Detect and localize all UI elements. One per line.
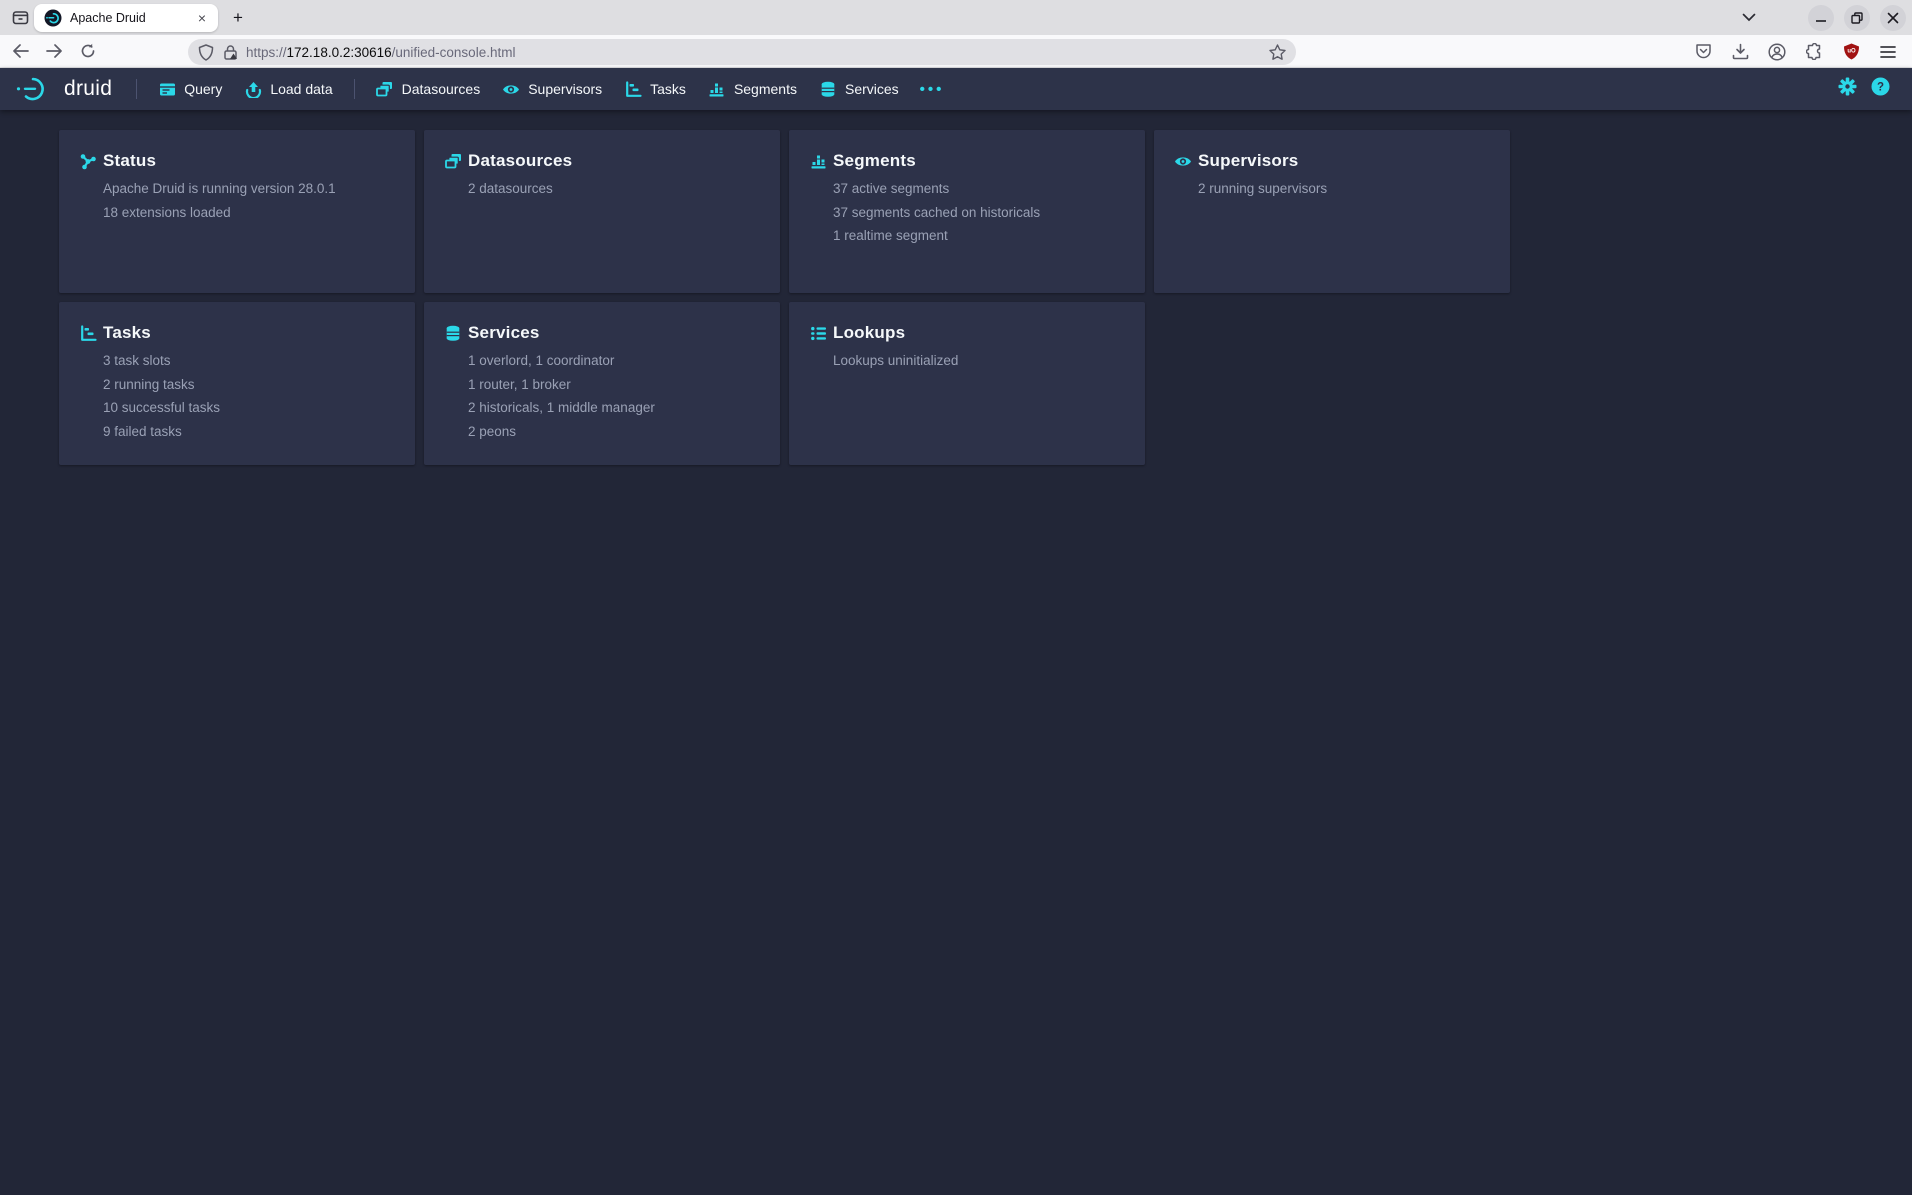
card-datasources[interactable]: Datasources 2 datasources bbox=[424, 130, 780, 293]
card-title: Segments bbox=[833, 151, 916, 171]
home-view: Status Apache Druid is running version 2… bbox=[0, 110, 1912, 465]
pocket-icon[interactable] bbox=[1691, 40, 1715, 64]
status-line: 37 active segments bbox=[833, 182, 1125, 196]
nav-label-datasources: Datasources bbox=[402, 81, 481, 97]
lock-warning-icon[interactable] bbox=[223, 44, 238, 60]
status-line: 37 segments cached on historicals bbox=[833, 206, 1125, 220]
eye-icon bbox=[502, 81, 520, 98]
card-title: Status bbox=[103, 151, 156, 171]
status-line: 1 realtime segment bbox=[833, 229, 1125, 243]
card-status[interactable]: Status Apache Druid is running version 2… bbox=[59, 130, 415, 293]
gantt-chart-icon bbox=[624, 81, 642, 98]
window-minimize-button[interactable] bbox=[1808, 5, 1834, 31]
card-tasks[interactable]: Tasks 3 task slots 2 running tasks 10 su… bbox=[59, 302, 415, 465]
status-line: 2 datasources bbox=[468, 182, 760, 196]
grouped-bar-chart-icon bbox=[708, 81, 726, 98]
url-host: 172.18.0.2:30616 bbox=[287, 45, 392, 60]
navbar-divider bbox=[354, 79, 355, 99]
database-icon bbox=[819, 81, 837, 98]
multi-select-icon bbox=[376, 81, 394, 98]
druid-logo-icon bbox=[14, 75, 56, 103]
card-title: Lookups bbox=[833, 323, 905, 343]
grouped-bar-chart-icon bbox=[809, 152, 827, 170]
brand-name: druid bbox=[64, 77, 112, 101]
nav-label-services: Services bbox=[845, 81, 899, 97]
status-line: 18 extensions loaded bbox=[103, 206, 395, 220]
nav-item-segments[interactable]: Segments bbox=[697, 74, 808, 104]
downloads-icon[interactable] bbox=[1728, 40, 1752, 64]
graph-icon bbox=[79, 152, 97, 170]
settings-gear-icon[interactable] bbox=[1838, 77, 1857, 101]
database-icon bbox=[444, 324, 462, 342]
nav-label-segments: Segments bbox=[734, 81, 797, 97]
card-supervisors[interactable]: Supervisors 2 running supervisors bbox=[1154, 130, 1510, 293]
account-icon[interactable] bbox=[1765, 40, 1789, 64]
nav-item-tasks[interactable]: Tasks bbox=[613, 74, 697, 104]
ublock-origin-icon[interactable]: uO bbox=[1839, 40, 1863, 64]
status-line: 1 router, 1 broker bbox=[468, 378, 760, 392]
navbar-divider bbox=[136, 79, 137, 99]
status-line: 2 historicals, 1 middle manager bbox=[468, 401, 760, 415]
url-text[interactable]: https://172.18.0.2:30616/unified-console… bbox=[246, 45, 1269, 60]
upload-icon bbox=[244, 81, 262, 98]
tab-close-icon[interactable]: × bbox=[194, 9, 210, 27]
card-title: Supervisors bbox=[1198, 151, 1298, 171]
svg-text:?: ? bbox=[1877, 82, 1884, 94]
nav-label-supervisors: Supervisors bbox=[528, 81, 602, 97]
help-icon[interactable]: ? bbox=[1871, 77, 1890, 101]
druid-favicon bbox=[44, 9, 62, 27]
window-restore-button[interactable] bbox=[1844, 5, 1870, 31]
menu-hamburger-icon[interactable] bbox=[1876, 40, 1900, 64]
status-line: 2 running supervisors bbox=[1198, 182, 1490, 196]
browser-titlebar: Apache Druid × + bbox=[0, 0, 1912, 35]
nav-label-tasks: Tasks bbox=[650, 81, 686, 97]
bookmark-star-icon[interactable] bbox=[1269, 44, 1286, 60]
multi-select-icon bbox=[444, 152, 462, 170]
card-title: Datasources bbox=[468, 151, 572, 171]
status-cards-grid: Status Apache Druid is running version 2… bbox=[59, 130, 1912, 465]
extensions-puzzle-icon[interactable] bbox=[1802, 40, 1826, 64]
status-line: 2 running tasks bbox=[103, 378, 395, 392]
druid-navbar: druid Query Load data Datasources Superv… bbox=[0, 68, 1912, 110]
card-title: Services bbox=[468, 323, 540, 343]
url-scheme: https:// bbox=[246, 45, 287, 60]
nav-label-load-data: Load data bbox=[270, 81, 332, 97]
tracking-protection-shield-icon[interactable] bbox=[198, 44, 214, 61]
card-title: Tasks bbox=[103, 323, 151, 343]
browser-tab[interactable]: Apache Druid × bbox=[34, 4, 218, 32]
gantt-chart-icon bbox=[79, 324, 97, 342]
status-line: 9 failed tasks bbox=[103, 425, 395, 439]
firefox-view-icon[interactable] bbox=[5, 4, 35, 32]
nav-label-query: Query bbox=[184, 81, 222, 97]
eye-icon bbox=[1174, 152, 1192, 170]
card-lookups[interactable]: Lookups Lookups uninitialized bbox=[789, 302, 1145, 465]
nav-item-datasources[interactable]: Datasources bbox=[365, 74, 492, 104]
application-icon bbox=[158, 81, 176, 98]
status-line: 3 task slots bbox=[103, 354, 395, 368]
nav-more-button[interactable]: ••• bbox=[910, 81, 955, 98]
nav-item-supervisors[interactable]: Supervisors bbox=[491, 74, 613, 104]
tab-title: Apache Druid bbox=[70, 11, 194, 25]
properties-icon bbox=[809, 324, 827, 342]
nav-item-query[interactable]: Query bbox=[147, 74, 233, 104]
status-line: Lookups uninitialized bbox=[833, 354, 1125, 368]
card-segments[interactable]: Segments 37 active segments 37 segments … bbox=[789, 130, 1145, 293]
list-tabs-chevron-icon[interactable] bbox=[1736, 5, 1762, 31]
forward-icon[interactable] bbox=[40, 37, 68, 65]
url-path: /unified-console.html bbox=[392, 45, 516, 60]
status-line: 10 successful tasks bbox=[103, 401, 395, 415]
reload-icon[interactable] bbox=[74, 37, 102, 65]
url-bar[interactable]: https://172.18.0.2:30616/unified-console… bbox=[188, 39, 1296, 65]
druid-logo[interactable]: druid bbox=[14, 75, 112, 103]
new-tab-button[interactable]: + bbox=[227, 7, 249, 29]
status-line: 1 overlord, 1 coordinator bbox=[468, 354, 760, 368]
status-line: 2 peons bbox=[468, 425, 760, 439]
window-close-button[interactable] bbox=[1880, 5, 1906, 31]
status-line: Apache Druid is running version 28.0.1 bbox=[103, 182, 395, 196]
svg-text:uO: uO bbox=[1847, 49, 1856, 55]
card-services[interactable]: Services 1 overlord, 1 coordinator 1 rou… bbox=[424, 302, 780, 465]
nav-item-services[interactable]: Services bbox=[808, 74, 910, 104]
nav-item-load-data[interactable]: Load data bbox=[233, 74, 343, 104]
back-icon[interactable] bbox=[6, 37, 34, 65]
